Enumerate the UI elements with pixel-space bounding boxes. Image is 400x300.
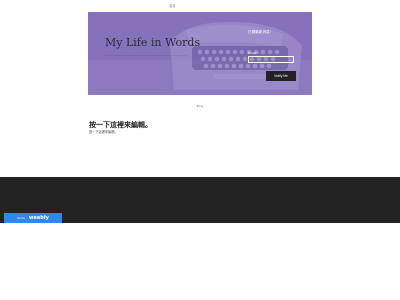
email-label: Email * — [248, 51, 259, 55]
site-title: My Life in Words — [105, 36, 201, 49]
notify-me-button[interactable]: Notify Me — [266, 71, 296, 81]
badge-caption: BLOG — [17, 216, 25, 220]
section-label: Blog — [196, 104, 204, 108]
email-field[interactable] — [248, 56, 294, 63]
top-navigation: 首頁 — [0, 0, 400, 11]
weebly-badge[interactable]: BLOG weebly — [4, 213, 62, 223]
hero-banner: My Life in Words .......................… — [88, 12, 312, 95]
weebly-logo-text: weebly — [28, 215, 49, 221]
nav-item-home[interactable]: 首頁 — [169, 4, 175, 8]
nav-item-3[interactable] — [221, 4, 231, 8]
nav-item-2[interactable] — [186, 4, 212, 8]
site-tagline: ........................................… — [105, 53, 188, 57]
subscribe-heading: 訂閱最新消息! — [248, 30, 272, 34]
editable-heading[interactable]: 按一下這裡來編輯。 — [89, 120, 152, 130]
editable-paragraph[interactable]: 按一下這裡來編輯。 — [89, 129, 118, 134]
